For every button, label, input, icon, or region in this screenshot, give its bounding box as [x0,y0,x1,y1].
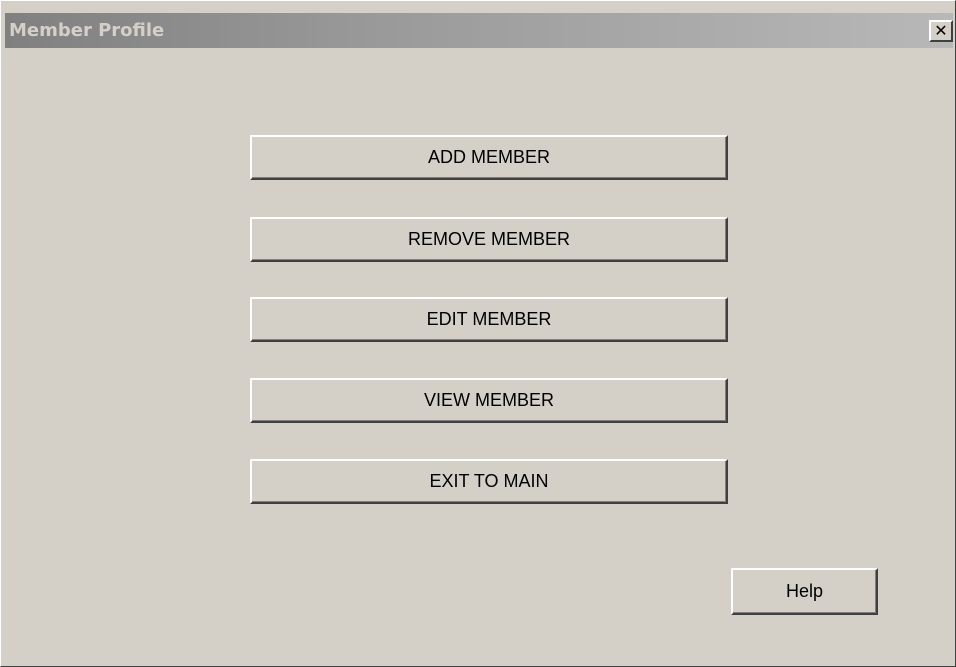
close-glyph: ✕ [934,21,948,40]
add-member-label: ADD MEMBER [427,147,550,167]
add-member-button[interactable]: ADD MEMBER [250,135,728,180]
help-button[interactable]: Help [731,568,878,615]
remove-member-button[interactable]: REMOVE MEMBER [250,217,728,262]
edit-member-label: EDIT MEMBER [426,309,552,329]
exit-to-main-label: EXIT TO MAIN [429,471,549,491]
title-bar[interactable]: Member Profile ✕ [5,13,953,48]
view-member-label: VIEW MEMBER [423,390,554,410]
view-member-button[interactable]: VIEW MEMBER [250,378,728,423]
help-label: Help [785,581,824,601]
remove-member-label: REMOVE MEMBER [407,229,571,249]
edit-member-button[interactable]: EDIT MEMBER [250,297,728,342]
exit-to-main-button[interactable]: EXIT TO MAIN [250,459,728,504]
member-profile-dialog: Member Profile ✕ ADD MEMBER REMOVE MEMBE… [0,0,956,667]
window-title: Member Profile [9,20,165,41]
close-icon[interactable]: ✕ [929,20,953,42]
